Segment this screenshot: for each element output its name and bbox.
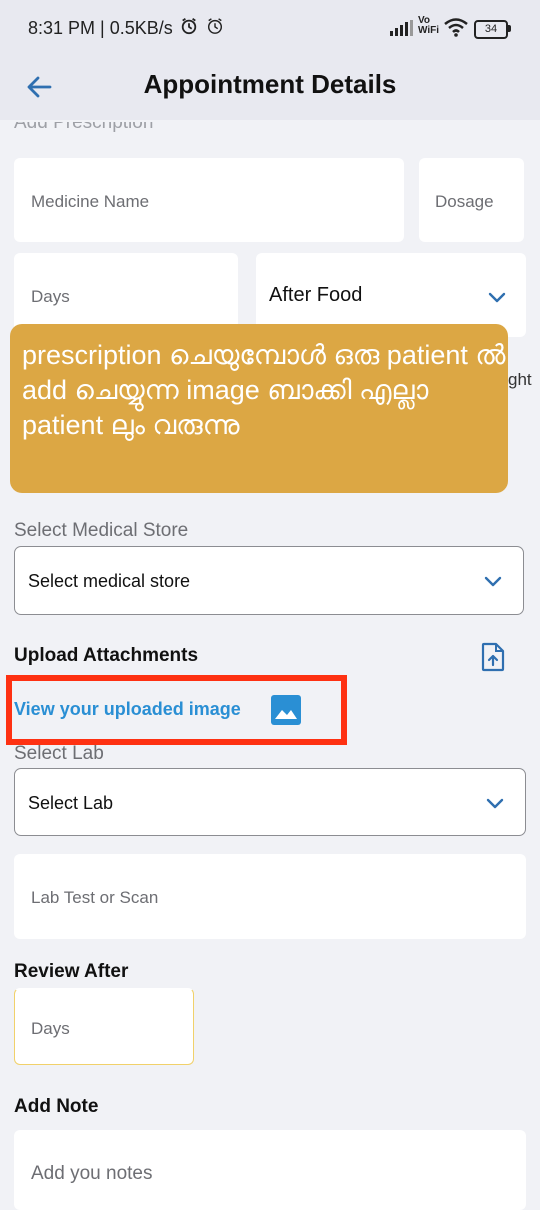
medical-store-value: Select medical store <box>28 571 191 591</box>
dosage-placeholder: Dosage <box>435 192 494 211</box>
vowifi-indicator: Vo WiFi <box>418 15 440 36</box>
select-lab-dropdown[interactable]: Select Lab <box>14 768 526 836</box>
annotation-overlay: prescription ചെയുമ്പോൾ ഒരു patient ൽ add… <box>10 324 508 493</box>
chevron-down-icon <box>488 292 506 303</box>
medicine-name-placeholder: Medicine Name <box>31 192 150 211</box>
view-uploaded-image-link[interactable]: View your uploaded image <box>14 699 241 720</box>
select-lab-value: Select Lab <box>28 793 114 813</box>
battery-icon: 34 <box>474 20 508 39</box>
notes-field[interactable]: Add you notes <box>14 1130 526 1210</box>
food-timing-value: After Food <box>269 284 363 306</box>
medical-store-dropdown[interactable]: Select medical store <box>14 546 524 615</box>
upload-file-icon[interactable] <box>480 642 506 672</box>
status-bar: 8:31 PM | 0.5KB/s Vo WiFi 34 <box>0 0 540 56</box>
wifi-icon <box>444 18 468 37</box>
medicine-name-field[interactable]: Medicine Name <box>14 158 404 242</box>
annotation-text: prescription ചെയുമ്പോൾ ഒരു patient ൽ add… <box>22 340 506 440</box>
review-days-placeholder: Days <box>31 1019 70 1038</box>
clipped-field-text: ght <box>508 370 532 389</box>
add-note-label: Add Note <box>14 1096 99 1117</box>
upload-attachments-label: Upload Attachments <box>14 645 199 666</box>
lab-test-field[interactable]: Lab Test or Scan <box>14 854 526 939</box>
lab-test-placeholder: Lab Test or Scan <box>31 888 159 907</box>
review-after-label: Review After <box>14 961 129 982</box>
medical-store-label: Select Medical Store <box>14 520 189 541</box>
select-lab-label: Select Lab <box>14 743 104 764</box>
status-time: 8:31 PM | 0.5KB/s <box>28 18 173 38</box>
chevron-down-icon <box>484 576 502 587</box>
alarm-icon <box>207 18 223 34</box>
signal-icon <box>390 20 413 36</box>
app-bar: Appointment Details <box>0 56 540 120</box>
battery-tip <box>508 25 511 32</box>
prescription-days-placeholder: Days <box>31 287 70 306</box>
dosage-field[interactable]: Dosage <box>419 158 524 242</box>
chevron-down-icon <box>486 798 504 809</box>
image-icon[interactable] <box>270 694 302 726</box>
page-title: Appointment Details <box>143 69 397 99</box>
review-days-field[interactable]: Days <box>14 988 194 1065</box>
notes-placeholder: Add you notes <box>31 1163 153 1184</box>
alarm-icon <box>181 18 197 35</box>
